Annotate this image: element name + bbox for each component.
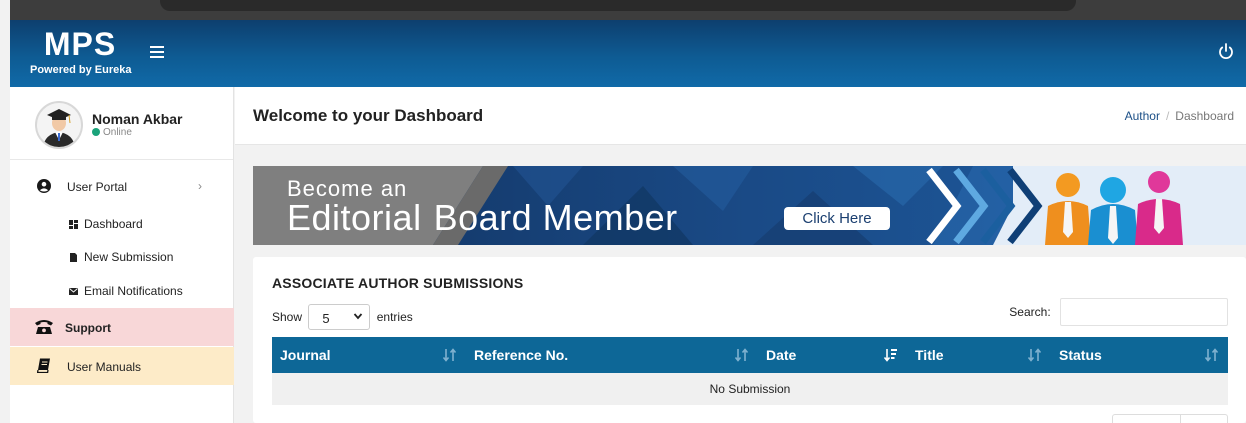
show-label: Show [272,310,303,324]
page-header: Welcome to your Dashboard Author / Dashboa… [235,87,1246,145]
column-header-title[interactable]: Title [907,337,1051,373]
sidebar-item-user-portal[interactable]: User Portal › [10,173,234,201]
page-length-control: Show 5 entries [272,304,413,330]
column-header-label: Date [766,347,797,363]
column-header-label: Journal [280,347,331,363]
column-header-label: Title [915,347,944,363]
banner-editorial-text: Editorial [287,197,422,238]
entries-label: entries [376,310,413,324]
sidebar-item-dashboard[interactable]: Dashboard [69,217,143,231]
sidebar-item-email-notifications[interactable]: Email Notifications [69,284,183,298]
banner-line-2: Editorial Board Member [287,197,678,239]
phone-icon [35,320,53,334]
column-header-date[interactable]: Date [758,337,907,373]
page-length-value: 5 [322,311,330,326]
menu-toggle-icon[interactable] [150,46,164,58]
sidebar: Noman Akbar Online User Portal › Dashboa… [10,87,234,423]
chevron-right-icon: › [198,179,202,193]
search-label: Search: [1009,305,1051,319]
sidebar-item-label: User Portal [67,180,128,194]
sort-desc-icon [884,349,897,362]
table-body: No Submission [272,373,1228,405]
breadcrumb-author-link[interactable]: Author [1125,109,1160,123]
user-circle-icon [37,179,51,193]
logo-text: MPS [43,26,117,62]
dashboard-icon [69,220,78,229]
book-icon [37,358,50,373]
sidebar-item-label: Support [65,321,111,335]
user-name: Noman Akbar [92,111,183,127]
editorial-board-banner[interactable]: Become an Editorial Board Member Click He… [253,166,1246,245]
pagination[interactable] [1112,414,1228,423]
page-title: Welcome to your Dashboard [253,106,484,125]
sidebar-item-user-manuals[interactable]: User Manuals [10,347,234,385]
browser-top-strip [10,0,1246,20]
browser-tab-bar [160,0,1076,11]
sort-icon [1028,348,1042,362]
top-navbar: MPS Powered by Eureka [10,20,1246,87]
page-length-select[interactable]: 5 [308,304,371,330]
submissions-card: ASSOCIATE AUTHOR SUBMISSIONS Show 5 entr… [253,257,1246,423]
user-panel: Noman Akbar Online [10,87,233,160]
column-header-status[interactable]: Status [1051,337,1228,373]
power-logout-icon[interactable] [1218,43,1234,61]
column-header-reference-no[interactable]: Reference No. [466,337,758,373]
search-input[interactable] [1060,298,1228,326]
online-dot-icon [92,128,100,136]
empty-table-message: No Submission [709,382,791,396]
envelope-icon [69,288,78,295]
table-header-row: Journal Reference No. Date Title Status [272,337,1228,373]
column-header-label: Status [1059,347,1102,363]
people-illustration [1045,171,1183,245]
sidebar-item-label: Dashboard [84,217,143,231]
breadcrumb-current: Dashboard [1175,109,1234,123]
sidebar-item-label: User Manuals [67,360,142,374]
user-status: Online [92,127,132,138]
user-status-text: Online [103,127,132,138]
table-search: Search: [1009,298,1228,326]
breadcrumb-separator: / [1165,109,1170,123]
avatar [35,101,83,149]
breadcrumb: Author / Dashboard [1125,109,1234,123]
sort-icon [1205,348,1219,362]
column-header-journal[interactable]: Journal [272,337,466,373]
sidebar-item-new-submission[interactable]: New Submission [69,250,173,264]
pagination-divider [1180,415,1181,423]
brand-logo[interactable]: MPS Powered by Eureka [30,26,132,77]
sort-icon [735,348,749,362]
sort-icon [443,348,457,362]
graduate-avatar-icon [43,109,75,147]
submissions-title: ASSOCIATE AUTHOR SUBMISSIONS [272,275,524,291]
sidebar-item-label: New Submission [84,250,174,264]
chevron-down-icon [354,313,363,320]
sidebar-item-support[interactable]: Support [10,308,234,346]
logo-tagline: Powered by Eureka [30,64,132,76]
banner-board-member-text: Board Member [433,197,678,238]
banner-click-here-button[interactable]: Click Here [784,207,890,230]
file-icon [70,253,77,262]
column-header-label: Reference No. [474,347,569,363]
sidebar-item-label: Email Notifications [84,284,183,298]
